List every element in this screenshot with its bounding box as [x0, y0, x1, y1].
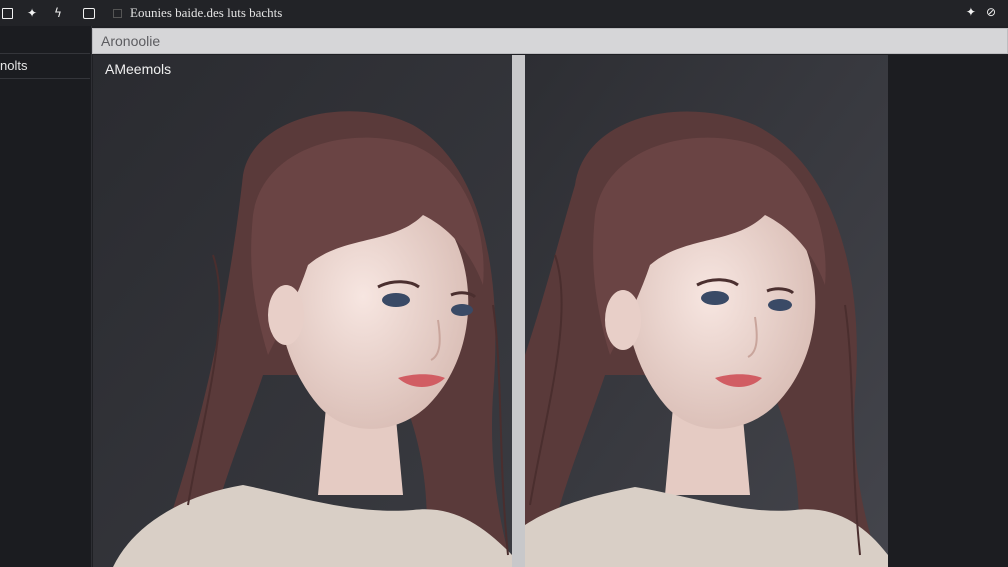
left-image-panel: AMeemols: [93, 55, 512, 567]
toolbar-right-group: ✦ ⊘: [966, 5, 996, 19]
portrait-image-right: [525, 55, 888, 567]
top-toolbar: ✦ ϟ Eounies baide.des luts bachts ✦ ⊘: [0, 0, 1008, 26]
sidebar: nolts: [0, 26, 92, 567]
address-input[interactable]: Aronoolie: [92, 28, 1008, 54]
circle-slash-icon[interactable]: ⊘: [986, 5, 996, 19]
portrait-image-left: [93, 55, 512, 567]
square-icon[interactable]: [2, 7, 13, 19]
window-title: Eounies baide.des luts bachts: [130, 5, 283, 20]
sidebar-item-nolts[interactable]: nolts: [0, 53, 90, 79]
panel-label: AMeemols: [105, 61, 172, 77]
sparkle-icon[interactable]: ✦: [25, 6, 39, 20]
sparkle-icon[interactable]: ✦: [966, 5, 976, 19]
image-icon[interactable]: [83, 7, 95, 19]
placeholder-icon: [113, 8, 122, 18]
right-side-panel: [888, 55, 1008, 567]
panel-divider[interactable]: [512, 55, 525, 567]
right-image-panel: [525, 55, 888, 567]
wand-icon[interactable]: ϟ: [51, 6, 65, 20]
main-area: Aronoolie AMeemols: [92, 26, 1008, 567]
